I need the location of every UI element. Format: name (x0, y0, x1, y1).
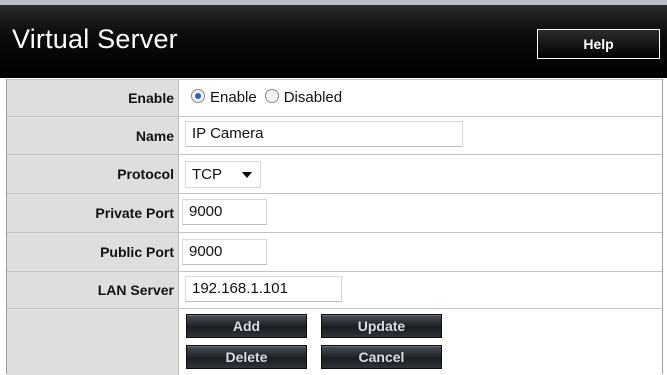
enable-label: Enable (7, 80, 179, 116)
virtual-server-window: Virtual Server Help Enable Enable Disable… (0, 0, 667, 375)
lan-server-row: LAN Server 192.168.1.101 (7, 271, 662, 308)
name-row: Name IP Camera (7, 116, 662, 154)
enable-row: Enable Enable Disabled (7, 79, 662, 116)
private-port-row: Private Port 9000 (7, 193, 662, 232)
delete-button[interactable]: Delete (186, 345, 307, 369)
lan-server-label: LAN Server (7, 272, 179, 308)
help-button[interactable]: Help (537, 29, 660, 59)
update-button[interactable]: Update (321, 314, 442, 338)
protocol-select-value: TCP (192, 166, 222, 183)
lan-server-input[interactable]: 192.168.1.101 (185, 276, 342, 302)
private-port-label: Private Port (7, 194, 179, 232)
add-button[interactable]: Add (186, 314, 307, 338)
action-row: Add Update Delete Cancel (7, 308, 662, 375)
enable-radio-label: Enable (210, 89, 257, 106)
private-port-input[interactable]: 9000 (182, 199, 267, 225)
page-title: Virtual Server (12, 24, 178, 54)
public-port-label: Public Port (7, 233, 179, 271)
action-row-label (7, 309, 179, 375)
cancel-button[interactable]: Cancel (321, 345, 442, 369)
name-input[interactable]: IP Camera (185, 121, 463, 147)
enable-radio-group: Enable Disabled (191, 89, 350, 106)
protocol-select[interactable]: TCP (185, 161, 261, 188)
disabled-radio-label: Disabled (283, 89, 343, 106)
public-port-input[interactable]: 9000 (182, 239, 267, 265)
public-port-row: Public Port 9000 (7, 232, 662, 271)
protocol-row: Protocol TCP (7, 154, 662, 193)
page-header: Virtual Server Help (0, 5, 667, 78)
name-label: Name (7, 117, 179, 154)
enable-radio[interactable] (191, 89, 205, 103)
protocol-label: Protocol (7, 155, 179, 193)
disabled-radio[interactable] (264, 89, 279, 103)
virtual-server-form: Enable Enable Disabled Name IP Camera Pro… (6, 79, 663, 375)
chevron-down-icon (242, 172, 252, 178)
